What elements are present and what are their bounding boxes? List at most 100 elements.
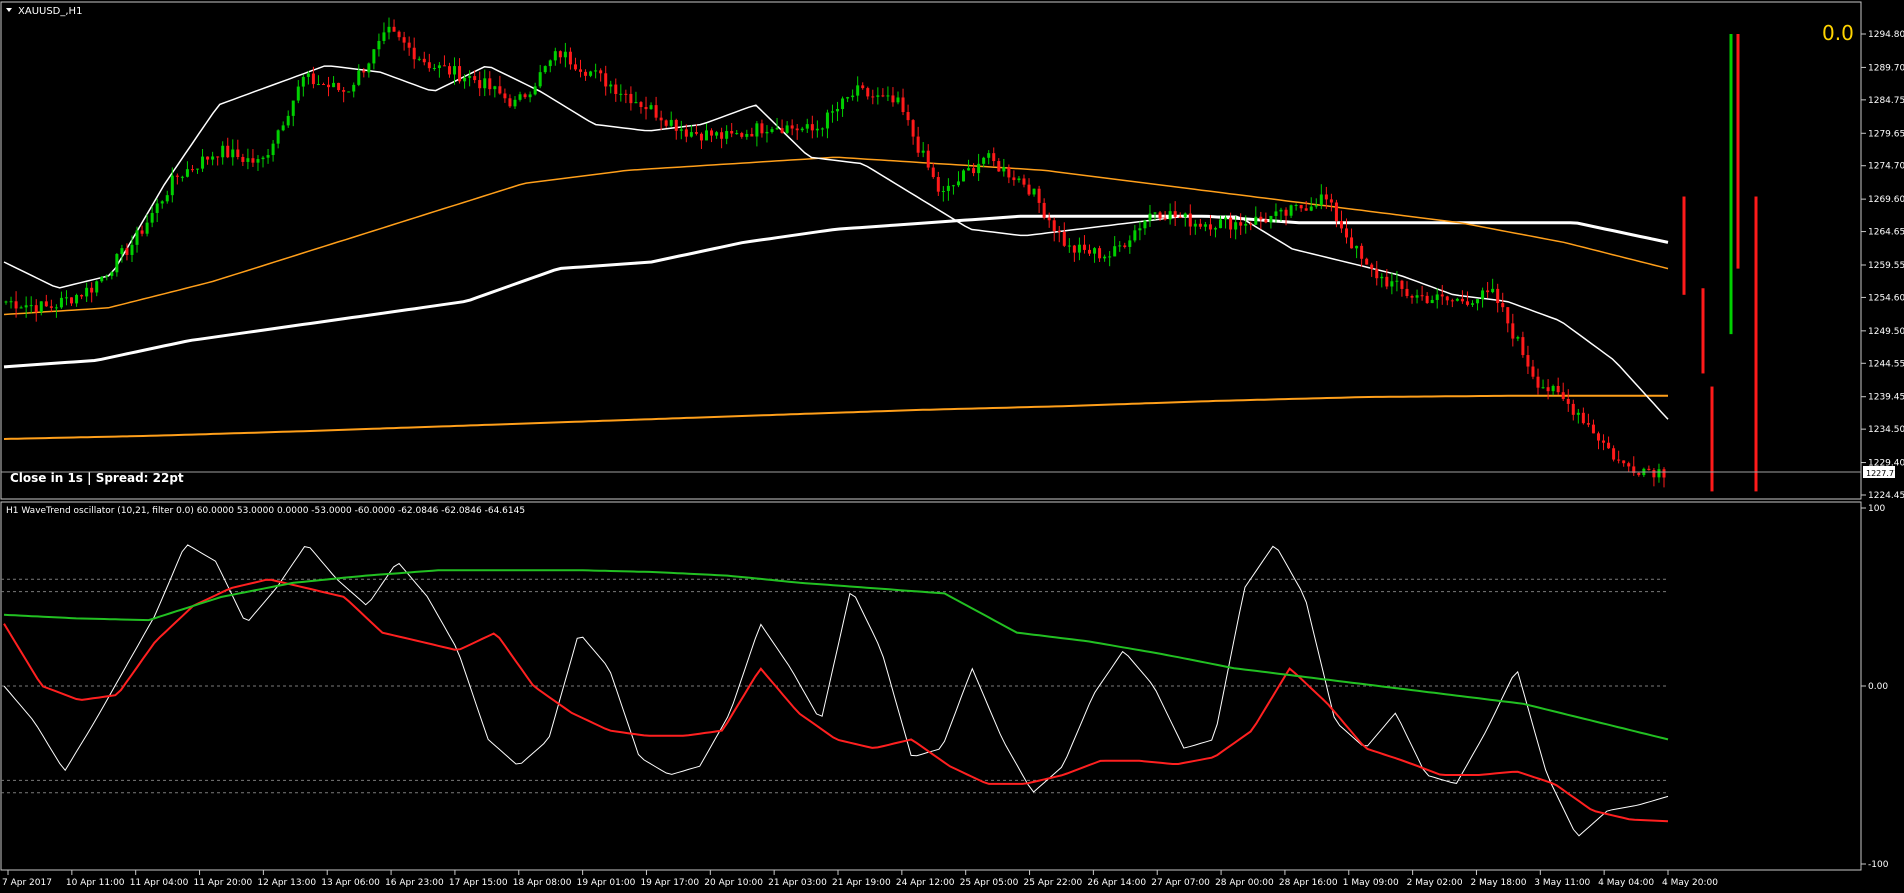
candle-body: [291, 100, 295, 116]
candle-body: [1133, 230, 1137, 241]
candle-body: [1072, 245, 1076, 253]
candle-body: [1224, 217, 1228, 220]
candle-body: [256, 159, 260, 163]
candle-body: [533, 86, 537, 95]
time-tick-label: 26 Apr 14:00: [1087, 878, 1146, 888]
candle-body: [201, 156, 205, 169]
candle-body: [941, 190, 945, 192]
candle-body: [594, 70, 598, 72]
candle-body: [211, 156, 215, 160]
candle-body: [140, 230, 144, 234]
candle-body: [105, 275, 109, 277]
candle-body: [402, 37, 406, 43]
osc-tick-label: -100: [1868, 860, 1889, 870]
candle-body: [1153, 212, 1157, 214]
candle-body: [1465, 301, 1469, 305]
candle-body: [745, 133, 749, 137]
candle-body: [1057, 230, 1061, 232]
candle-body: [1440, 294, 1444, 297]
time-tick-label: 25 Apr 05:00: [960, 878, 1019, 888]
candle-body: [1027, 184, 1031, 195]
candle-body: [836, 109, 840, 112]
candle-body: [876, 95, 880, 97]
osc-tick-label: 0.00: [1868, 682, 1888, 692]
candle-body: [1002, 166, 1006, 172]
candle-body: [327, 84, 331, 88]
candle-body: [518, 94, 522, 100]
corner-value: 0.0: [1822, 21, 1854, 45]
candle-body: [755, 123, 759, 137]
candle-body: [1531, 366, 1535, 377]
candle-body: [982, 157, 986, 164]
future-bar: [1682, 196, 1686, 295]
candle-body: [528, 94, 532, 98]
candle-body: [316, 84, 320, 86]
time-tick-label: 27 Apr 07:00: [1151, 878, 1210, 888]
candle-body: [463, 77, 467, 82]
price-tick-label: 1254.60: [1868, 293, 1904, 303]
candle-body: [936, 177, 940, 192]
candle-body: [442, 65, 446, 67]
candle-body: [795, 128, 799, 131]
price-tick-label: 1284.75: [1868, 96, 1904, 106]
candle-body: [1294, 204, 1298, 206]
future-bar: [1710, 386, 1714, 492]
candle-body: [145, 222, 149, 234]
candle-body: [750, 133, 754, 137]
candle-body: [1077, 244, 1081, 253]
candle-body: [1158, 212, 1162, 219]
candle-body: [54, 307, 58, 309]
candle-body: [1365, 258, 1369, 265]
candle-body: [609, 84, 613, 87]
price-tick-label: 1269.60: [1868, 195, 1904, 205]
candle-body: [715, 132, 719, 136]
candle-body: [1032, 188, 1036, 195]
candle-body: [1612, 448, 1616, 460]
candle-body: [1208, 224, 1212, 230]
candle-body: [1390, 281, 1394, 287]
candle-body: [9, 301, 13, 303]
candle-body: [1546, 387, 1550, 392]
price-tick-label: 1289.70: [1868, 63, 1904, 73]
candle-body: [64, 297, 68, 299]
candle-body: [906, 112, 910, 121]
candle-body: [931, 167, 935, 178]
candle-body: [861, 85, 865, 89]
candle-body: [1481, 290, 1485, 300]
candle-body: [437, 65, 441, 68]
candle-body: [70, 297, 74, 304]
candle-body: [432, 67, 436, 69]
time-tick-label: 25 Apr 22:00: [1024, 878, 1083, 888]
candle-body: [1017, 178, 1021, 181]
time-tick-label: 16 Apr 23:00: [385, 878, 444, 888]
price-tick-label: 1234.50: [1868, 425, 1904, 435]
candle-body: [654, 105, 658, 118]
candle-body: [825, 112, 829, 129]
candle-body: [1324, 194, 1328, 200]
candle-body: [1319, 194, 1323, 206]
candle-body: [1486, 290, 1490, 293]
candle-body: [1168, 211, 1172, 220]
future-bar: [1736, 34, 1740, 269]
candle-body: [1148, 213, 1152, 221]
time-tick-label: 21 Apr 03:00: [768, 878, 827, 888]
candle-body: [800, 128, 804, 131]
candle-body: [180, 176, 184, 178]
candle-body: [473, 76, 477, 81]
candle-body: [1516, 337, 1520, 339]
price-panel-frame: [0, 1, 1862, 500]
candle-body: [1450, 300, 1454, 302]
future-bar: [1701, 288, 1705, 374]
candle-body: [14, 301, 18, 309]
candle-body: [911, 120, 915, 137]
candle-body: [1617, 459, 1621, 461]
candle-body: [1183, 213, 1187, 217]
future-bar: [1754, 196, 1758, 492]
candle-body: [967, 168, 971, 171]
candle-body: [1279, 209, 1283, 212]
candle-body: [1596, 433, 1600, 441]
candle-body: [422, 58, 426, 63]
candle-body: [362, 70, 366, 73]
symbol-title: XAUUSD_,H1: [18, 6, 82, 17]
candle-body: [553, 51, 557, 61]
